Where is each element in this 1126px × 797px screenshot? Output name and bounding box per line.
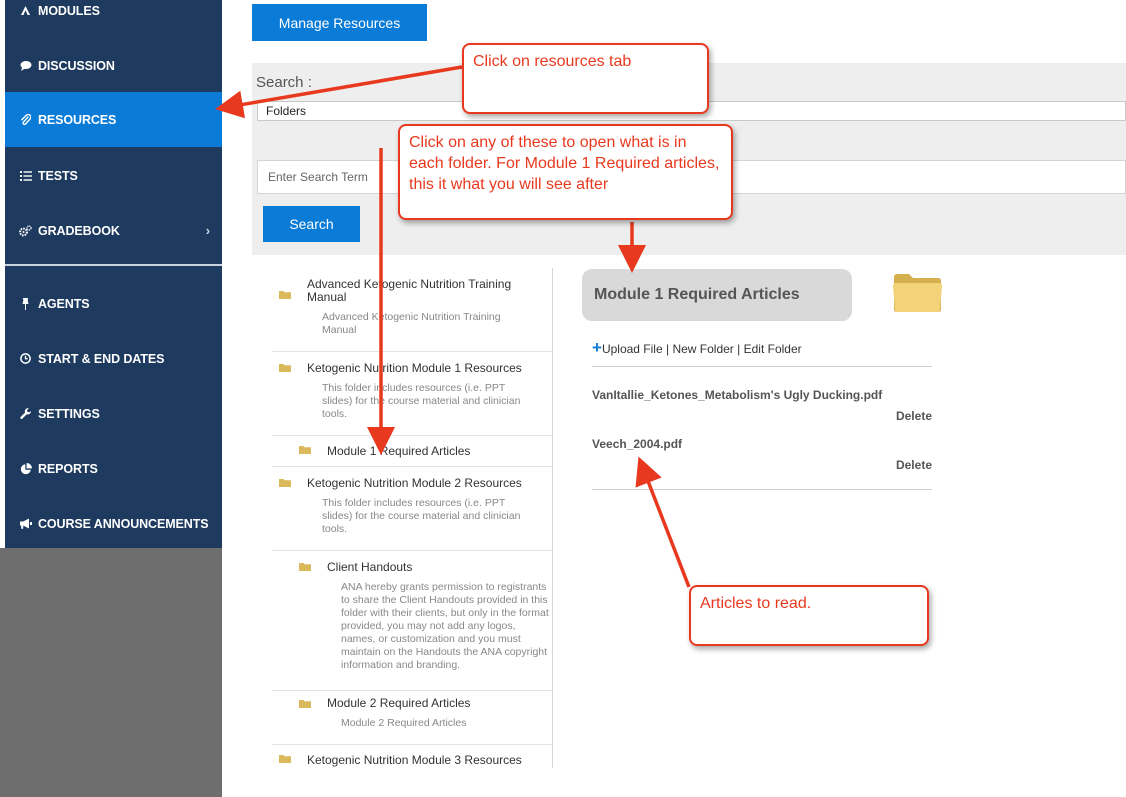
sidebar-item-gradebook[interactable]: GRADEBOOK › — [5, 203, 222, 258]
delete-file-button[interactable]: Delete — [896, 409, 932, 423]
action-separator: | — [737, 342, 741, 356]
folder-title: Module 1 Required Articles — [582, 269, 852, 321]
tree-item-advanced-manual[interactable]: Advanced Ketogenic Nutrition Training Ma… — [272, 268, 552, 352]
folder-icon — [893, 274, 942, 312]
sidebar-item-resources[interactable]: RESOURCES — [5, 92, 222, 147]
folder-icon — [299, 563, 311, 571]
search-label: Search : — [256, 74, 312, 91]
tree-item-desc: This folder includes resources (i.e. PPT… — [322, 497, 521, 535]
pie-chart-icon — [19, 462, 32, 475]
folder-icon — [299, 700, 311, 708]
callout-resources-tab: Click on resources tab — [462, 43, 709, 114]
tree-item-title: Client Handouts — [327, 560, 413, 574]
sidebar-item-label: TESTS — [38, 168, 78, 183]
sidebar-item-discussion[interactable]: DISCUSSION — [5, 38, 222, 93]
callout-folders: Click on any of these to open what is in… — [398, 124, 733, 220]
folder-icon — [279, 364, 291, 372]
sidebar-item-label: GRADEBOOK — [38, 223, 120, 238]
sidebar-item-label: MODULES — [38, 3, 100, 18]
folder-actions: +Upload File | New Folder | Edit Folder — [592, 338, 802, 358]
sidebar-item-course-announcements[interactable]: COURSE ANNOUNCEMENTS — [5, 496, 222, 551]
sidebar-item-modules[interactable]: MODULES — [5, 0, 222, 38]
new-folder-link[interactable]: New Folder — [672, 342, 733, 356]
tree-item-desc: Module 2 Required Articles — [341, 717, 467, 729]
plus-icon: + — [592, 338, 602, 357]
sidebar-item-label: RESOURCES — [38, 112, 117, 127]
manage-resources-button[interactable]: Manage Resources — [252, 4, 427, 41]
tree-item-title: Advanced Ketogenic Nutrition Training Ma… — [307, 277, 512, 304]
tree-item-client-handouts[interactable]: Client Handouts ANA hereby grants permis… — [272, 551, 552, 691]
folder-tree: Advanced Ketogenic Nutrition Training Ma… — [272, 268, 553, 768]
paperclip-icon — [19, 113, 32, 126]
tree-item-title: Ketogenic Nutrition Module 2 Resources — [307, 476, 522, 490]
chevron-right-icon: › — [205, 223, 210, 238]
sidebar-item-label: DISCUSSION — [38, 58, 115, 73]
tree-item-module1-articles[interactable]: Module 1 Required Articles — [272, 436, 552, 467]
modules-icon — [19, 4, 32, 17]
tree-item-title: Ketogenic Nutrition Module 3 Resources — [307, 753, 522, 767]
sidebar-divider — [5, 264, 222, 266]
sidebar-item-start-end-dates[interactable]: START & END DATES — [5, 331, 222, 386]
folder-icon — [299, 446, 311, 454]
tree-item-title: Module 1 Required Articles — [327, 444, 471, 458]
clock-icon — [19, 352, 32, 365]
tree-item-desc: ANA hereby grants permission to registra… — [341, 581, 549, 671]
sidebar-item-agents[interactable]: AGENTS — [5, 276, 222, 331]
wrench-icon — [19, 407, 32, 420]
sidebar-item-label: REPORTS — [38, 461, 98, 476]
tree-item-module2-resources[interactable]: Ketogenic Nutrition Module 2 Resources T… — [272, 467, 552, 551]
edit-folder-link[interactable]: Edit Folder — [744, 342, 802, 356]
arrow-to-files — [635, 456, 691, 588]
page-gutter — [0, 548, 222, 797]
sidebar-item-label: COURSE ANNOUNCEMENTS — [38, 516, 209, 531]
sidebar-item-tests[interactable]: TESTS — [5, 148, 222, 203]
list-icon — [19, 169, 32, 182]
chat-icon — [19, 59, 32, 72]
action-separator: | — [665, 342, 670, 356]
file-link[interactable]: VanItallie_Ketones_Metabolism's Ugly Duc… — [592, 388, 882, 402]
tree-item-module1-resources[interactable]: Ketogenic Nutrition Module 1 Resources T… — [272, 352, 552, 436]
sidebar-item-settings[interactable]: SETTINGS — [5, 386, 222, 441]
gears-icon — [19, 224, 32, 237]
folder-icon — [279, 479, 291, 487]
pin-icon — [19, 297, 32, 310]
sidebar-item-label: AGENTS — [38, 296, 90, 311]
sidebar: MODULES DISCUSSION RESOURCES TESTS GRADE… — [5, 0, 222, 548]
callout-articles: Articles to read. — [689, 585, 929, 646]
tree-item-title: Ketogenic Nutrition Module 1 Resources — [307, 361, 522, 375]
divider — [592, 489, 932, 490]
tree-item-desc: Advanced Ketogenic Nutrition Training Ma… — [322, 311, 501, 336]
sidebar-item-label: START & END DATES — [38, 351, 165, 366]
search-button[interactable]: Search — [263, 206, 360, 242]
upload-file-link[interactable]: Upload File — [602, 342, 663, 356]
sidebar-item-label: SETTINGS — [38, 406, 100, 421]
file-link[interactable]: Veech_2004.pdf — [592, 437, 682, 451]
tree-item-module2-articles[interactable]: Module 2 Required Articles Module 2 Requ… — [272, 691, 552, 745]
divider — [592, 366, 932, 367]
delete-file-button[interactable]: Delete — [896, 458, 932, 472]
folder-icon — [279, 755, 291, 763]
tree-item-desc: This folder includes resources (i.e. PPT… — [322, 382, 521, 420]
tree-item-module3-resources[interactable]: Ketogenic Nutrition Module 3 Resources — [272, 745, 552, 768]
megaphone-icon — [19, 517, 32, 530]
folder-icon — [279, 291, 291, 299]
tree-item-title: Module 2 Required Articles — [327, 696, 471, 710]
sidebar-item-reports[interactable]: REPORTS — [5, 441, 222, 496]
